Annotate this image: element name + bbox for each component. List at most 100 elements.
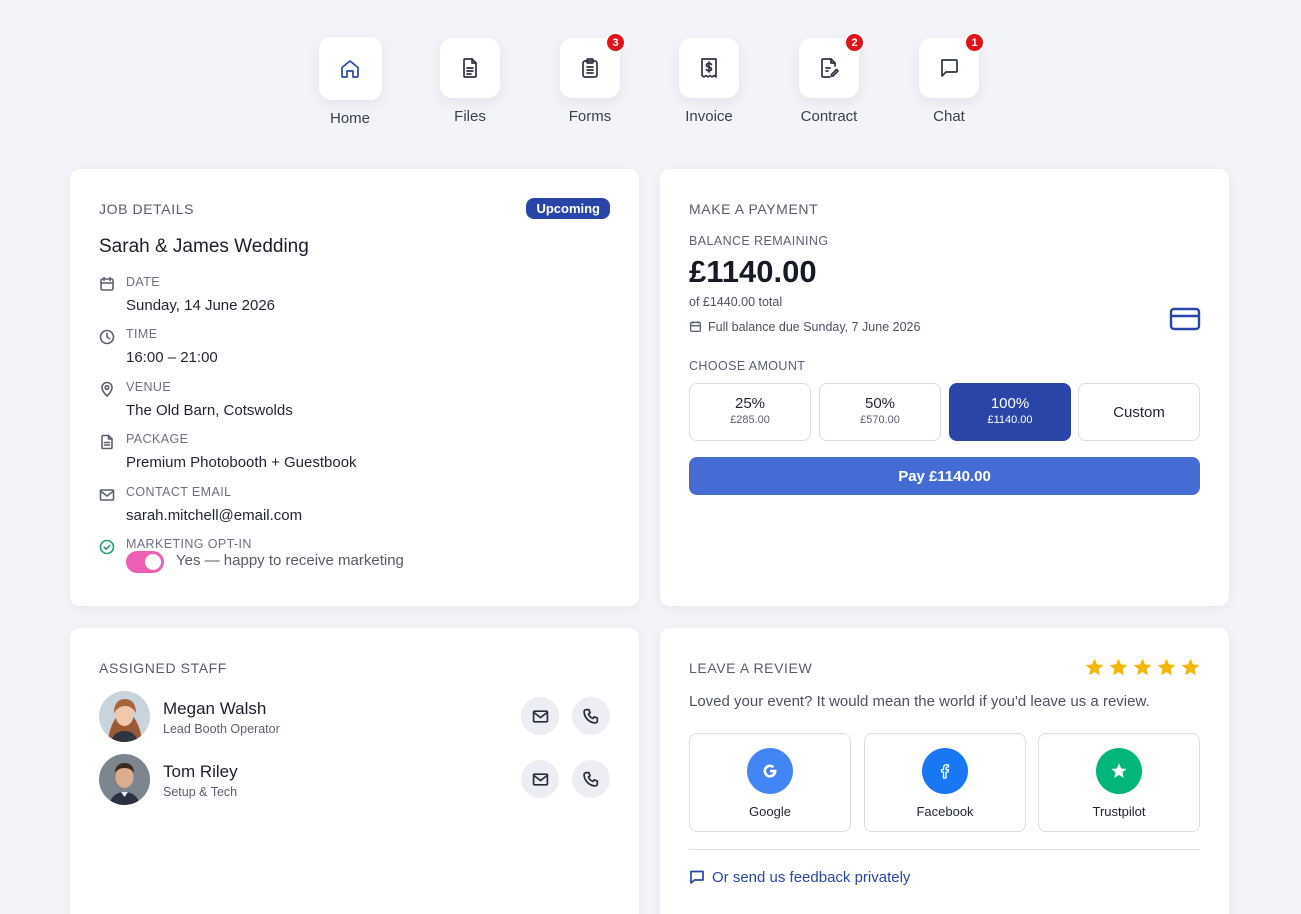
venue-value: The Old Barn, Cotswolds [126, 402, 293, 419]
nav-files[interactable]: Files [420, 37, 520, 125]
nav-chat-tile[interactable]: 1 [919, 32, 985, 98]
private-feedback-link[interactable]: Or send us feedback privately [689, 869, 910, 886]
time-value: 16:00 – 21:00 [126, 349, 218, 366]
avatar [99, 691, 150, 742]
toggle-knob [145, 554, 161, 570]
payment-title: MAKE A PAYMENT [689, 201, 819, 217]
nav-chat-label: Chat [933, 108, 965, 125]
nav-forms-tile[interactable]: 3 [560, 32, 626, 98]
trustpilot-star-icon [1096, 748, 1142, 794]
staff-role: Setup & Tech [163, 785, 238, 799]
mail-icon [99, 489, 115, 501]
nav-invoice[interactable]: Invoice [659, 37, 759, 125]
balance-amount: £1140.00 [689, 254, 817, 289]
review-card: LEAVE A REVIEW Loved your event? It woul… [660, 628, 1229, 914]
nav-contract-label: Contract [800, 108, 858, 125]
clipboard-icon [582, 58, 598, 78]
staff-row: Tom Riley Setup & Tech [99, 754, 610, 806]
option-100-pct: 100% [990, 395, 1030, 412]
due-date: Full balance due Sunday, 7 June 2026 [689, 320, 920, 334]
star-icon[interactable] [1108, 657, 1129, 678]
nav-forms[interactable]: 3 Forms [540, 32, 640, 125]
phone-icon [582, 708, 598, 724]
nav-contract-tile[interactable]: 2 [799, 32, 865, 98]
option-100-amount: £1140.00 [987, 414, 1033, 426]
staff-row: Megan Walsh Lead Booth Operator [99, 691, 610, 743]
package-label: PACKAGE [126, 432, 189, 446]
google-label: Google [749, 804, 791, 819]
email-staff-button[interactable] [521, 760, 559, 798]
package-value: Premium Photobooth + Guestbook [126, 454, 357, 471]
star-icon[interactable] [1084, 657, 1105, 678]
star-icon[interactable] [1180, 657, 1201, 678]
status-badge: Upcoming [526, 198, 610, 219]
job-details-title: JOB DETAILS [99, 201, 195, 217]
facebook-icon [922, 748, 968, 794]
facebook-label: Facebook [916, 804, 974, 819]
nav-home-tile[interactable] [318, 37, 382, 100]
chat-icon [941, 59, 958, 77]
google-icon [747, 748, 793, 794]
calendar-icon [100, 276, 114, 291]
email-staff-button[interactable] [521, 697, 559, 735]
amount-option-100[interactable]: 100% £1140.00 [949, 383, 1071, 441]
clock-icon [99, 329, 115, 345]
review-trustpilot-button[interactable]: Trustpilot [1038, 733, 1200, 832]
contract-edit-icon [821, 58, 839, 78]
chat-badge: 1 [964, 32, 985, 53]
staff-name: Megan Walsh [163, 699, 267, 718]
avatar [99, 754, 150, 805]
document-icon [101, 434, 113, 450]
payment-card: MAKE A PAYMENT BALANCE REMAINING £1140.0… [660, 169, 1229, 606]
review-google-button[interactable]: Google [689, 733, 851, 832]
mail-icon [532, 772, 548, 786]
call-staff-button[interactable] [572, 760, 610, 798]
check-circle-icon [99, 539, 115, 555]
option-custom-label: Custom [1113, 404, 1165, 421]
message-icon [690, 870, 704, 884]
top-nav: Home Files 3 Forms Invoice 2 Contract 1 … [0, 32, 1301, 137]
amount-option-custom[interactable]: Custom [1078, 383, 1200, 441]
calendar-small-icon [689, 321, 702, 333]
amount-option-50[interactable]: 50% £570.00 [819, 383, 941, 441]
amount-option-25[interactable]: 25% £285.00 [689, 383, 811, 441]
balance-label: BALANCE REMAINING [689, 234, 829, 248]
staff-title: ASSIGNED STAFF [99, 660, 227, 676]
mail-icon [532, 709, 548, 723]
email-value: sarah.mitchell@email.com [126, 507, 303, 524]
pay-button[interactable]: Pay £1140.00 [689, 457, 1200, 495]
job-details-card: JOB DETAILS Upcoming Sarah & James Weddi… [70, 169, 639, 606]
home-icon [341, 59, 359, 78]
call-staff-button[interactable] [572, 697, 610, 735]
nav-forms-label: Forms [568, 108, 612, 125]
date-value: Sunday, 14 June 2026 [126, 297, 276, 314]
marketing-label: MARKETING OPT-IN [126, 537, 252, 551]
due-date-text: Full balance due Sunday, 7 June 2026 [708, 320, 921, 334]
nav-contract[interactable]: 2 Contract [779, 32, 879, 125]
staff-name: Tom Riley [163, 762, 238, 781]
marketing-toggle[interactable] [126, 551, 164, 573]
review-facebook-button[interactable]: Facebook [864, 733, 1026, 832]
review-prompt: Loved your event? It would mean the worl… [689, 693, 1150, 710]
venue-label: VENUE [126, 380, 172, 394]
star-icon[interactable] [1156, 657, 1177, 678]
review-title: LEAVE A REVIEW [689, 660, 813, 676]
job-name: Sarah & James Wedding [99, 236, 309, 257]
marketing-toggle-text: Yes — happy to receive marketing [176, 552, 404, 569]
nav-invoice-label: Invoice [685, 108, 733, 125]
staff-role: Lead Booth Operator [163, 722, 280, 736]
file-icon [463, 58, 477, 78]
option-25-pct: 25% [734, 395, 766, 412]
private-feedback-text: Or send us feedback privately [712, 869, 911, 886]
forms-badge: 3 [605, 32, 626, 53]
rating-stars[interactable] [1084, 657, 1201, 678]
nav-home-label: Home [329, 110, 370, 127]
nav-files-tile[interactable] [440, 38, 500, 98]
star-icon[interactable] [1132, 657, 1153, 678]
option-25-amount: £285.00 [730, 414, 770, 426]
staff-card: ASSIGNED STAFF Megan Walsh Lead Booth Op… [70, 628, 639, 914]
nav-home[interactable]: Home [300, 37, 400, 127]
nav-chat[interactable]: 1 Chat [899, 32, 999, 125]
nav-invoice-tile[interactable] [679, 38, 739, 98]
phone-icon [582, 771, 598, 787]
